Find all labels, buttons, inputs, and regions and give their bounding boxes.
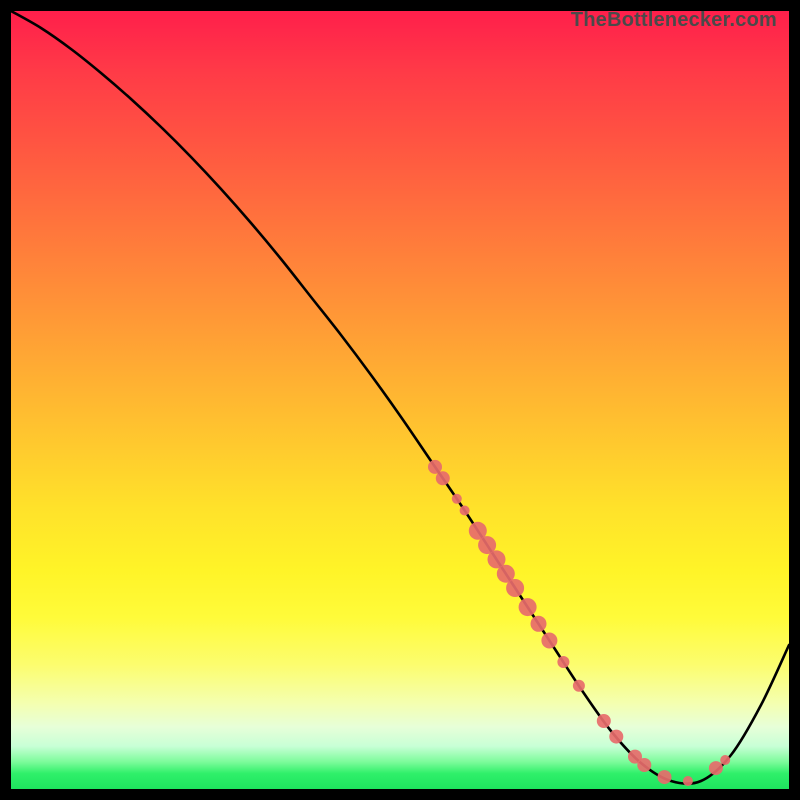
chart-frame: TheBottlenecker.com (11, 11, 789, 789)
data-point (709, 761, 723, 775)
data-point (720, 755, 730, 765)
data-point (531, 616, 547, 632)
data-point (460, 506, 470, 516)
chart-svg (11, 11, 789, 789)
bottleneck-curve (11, 11, 789, 784)
data-point (573, 680, 585, 692)
data-point-group (428, 460, 730, 786)
data-point (541, 633, 557, 649)
data-point (683, 776, 693, 786)
data-point (609, 730, 623, 744)
data-point (519, 598, 537, 616)
data-point (428, 460, 442, 474)
data-point (597, 714, 611, 728)
data-point (658, 770, 672, 784)
data-point (436, 471, 450, 485)
data-point (637, 758, 651, 772)
data-point (452, 494, 462, 504)
data-point (506, 579, 524, 597)
data-point (557, 656, 569, 668)
